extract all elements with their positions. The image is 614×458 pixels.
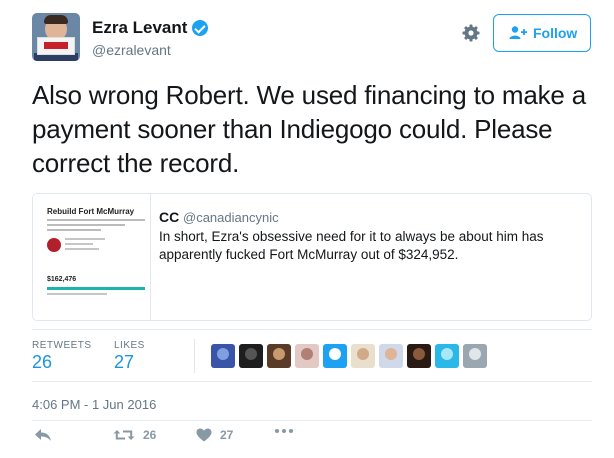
follow-button[interactable]: Follow: [493, 14, 591, 52]
likes-label[interactable]: LIKES: [114, 340, 145, 351]
verified-badge-icon: [192, 20, 208, 36]
like-action-count: 27: [220, 428, 234, 442]
avatar[interactable]: [32, 13, 80, 61]
divider: [32, 381, 592, 382]
quoted-tweet-text: In short, Ezra's obsessive need for it t…: [159, 229, 544, 262]
more-button[interactable]: [274, 428, 294, 434]
thumbnail-amount: $162,476: [47, 276, 77, 283]
quoted-author-name[interactable]: CC: [159, 209, 179, 225]
liker-avatar[interactable]: [267, 344, 291, 368]
progress-bar: [47, 287, 145, 290]
reply-button[interactable]: [34, 428, 52, 442]
quoted-tweet-image[interactable]: Rebuild Fort McMurray $162,476: [33, 194, 151, 320]
divider: [194, 339, 195, 373]
timestamp[interactable]: 4:06 PM - 1 Jun 2016: [32, 397, 156, 412]
liker-avatar[interactable]: [295, 344, 319, 368]
liker-avatar[interactable]: [211, 344, 235, 368]
likes-count[interactable]: 27: [114, 352, 134, 373]
liker-avatar[interactable]: [435, 344, 459, 368]
liker-avatar[interactable]: [323, 344, 347, 368]
quoted-author-handle[interactable]: @canadiancynic: [183, 210, 279, 225]
liker-avatar[interactable]: [379, 344, 403, 368]
follow-label: Follow: [533, 25, 578, 41]
retweet-button[interactable]: 26: [113, 428, 156, 442]
reply-icon: [35, 429, 51, 441]
liker-avatar[interactable]: [351, 344, 375, 368]
retweet-icon: [113, 430, 135, 440]
liker-avatar[interactable]: [463, 344, 487, 368]
add-user-icon: [509, 26, 527, 39]
retweets-label[interactable]: RETWEETS: [32, 340, 92, 351]
liker-avatar[interactable]: [239, 344, 263, 368]
campaign-logo-icon: [47, 238, 61, 252]
tweet-text: Also wrong Robert. We used financing to …: [32, 80, 586, 178]
like-button[interactable]: 27: [196, 428, 233, 442]
more-options-icon: [275, 429, 293, 433]
liker-avatar[interactable]: [407, 344, 431, 368]
thumbnail-title: Rebuild Fort McMurray: [47, 207, 135, 216]
retweet-action-count: 26: [143, 428, 157, 442]
retweets-count[interactable]: 26: [32, 352, 52, 373]
author-name[interactable]: Ezra Levant: [92, 18, 187, 38]
author-handle[interactable]: @ezralevant: [92, 42, 171, 58]
likers-list: [211, 344, 487, 368]
gear-icon[interactable]: [459, 21, 483, 45]
divider: [32, 329, 592, 330]
heart-icon: [196, 428, 212, 442]
divider: [32, 420, 592, 421]
